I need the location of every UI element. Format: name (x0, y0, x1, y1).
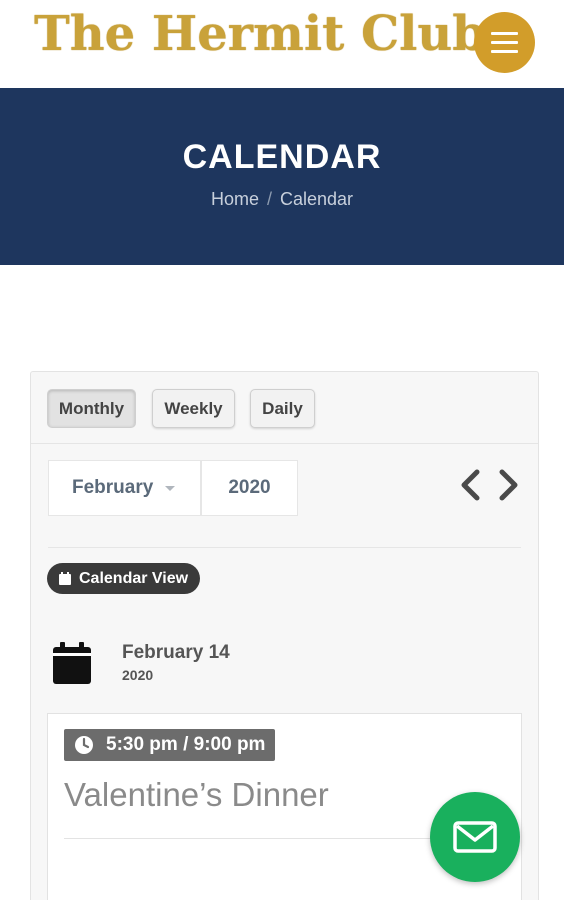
breadcrumb: Home / Calendar (0, 189, 564, 210)
clock-icon (75, 736, 93, 754)
event-time: 5:30 pm / 9:00 pm (106, 734, 266, 755)
breadcrumb-current: Calendar (279, 189, 354, 209)
event-date: February 14 (122, 642, 230, 663)
month-select-value: February (72, 477, 154, 498)
page-hero: CALENDAR Home / Calendar (0, 88, 564, 265)
envelope-icon (453, 821, 497, 853)
site-logo[interactable]: The Hermit Club (34, 6, 486, 62)
toolbar-divider (31, 443, 538, 444)
breadcrumb-home-link[interactable]: Home (211, 189, 259, 209)
event-year: 2020 (122, 667, 154, 683)
menu-button[interactable] (474, 12, 535, 73)
event-time-badge: 5:30 pm / 9:00 pm (64, 729, 276, 761)
chevron-right-icon[interactable] (497, 468, 521, 502)
page-title: CALENDAR (182, 138, 382, 176)
hamburger-menu-icon-bar (491, 50, 518, 53)
page: The Hermit Club CALENDAR Home / Calendar M… (0, 0, 564, 900)
calendar-icon (53, 642, 91, 684)
event-title[interactable]: Valentine’s Dinner (64, 776, 329, 814)
section-divider (48, 547, 521, 548)
year-select-value: 2020 (228, 477, 271, 498)
daily-view-button[interactable]: Daily (250, 389, 315, 428)
breadcrumb-separator: / (266, 189, 272, 209)
month-select[interactable]: February (48, 460, 201, 516)
caret-down-icon (165, 485, 176, 491)
site-header: The Hermit Club (0, 0, 564, 88)
contact-fab-button[interactable] (430, 792, 520, 882)
calendar-view-label: Calendar View (79, 569, 189, 587)
calendar-icon (59, 572, 71, 585)
calendar-view-badge[interactable]: Calendar View (47, 563, 201, 594)
chevron-left-icon[interactable] (458, 468, 482, 502)
weekly-view-button[interactable]: Weekly (152, 389, 235, 428)
year-select[interactable]: 2020 (201, 460, 298, 516)
monthly-view-button[interactable]: Monthly (47, 389, 136, 428)
hamburger-menu-icon (491, 32, 518, 35)
hamburger-menu-icon-bar (491, 41, 518, 44)
